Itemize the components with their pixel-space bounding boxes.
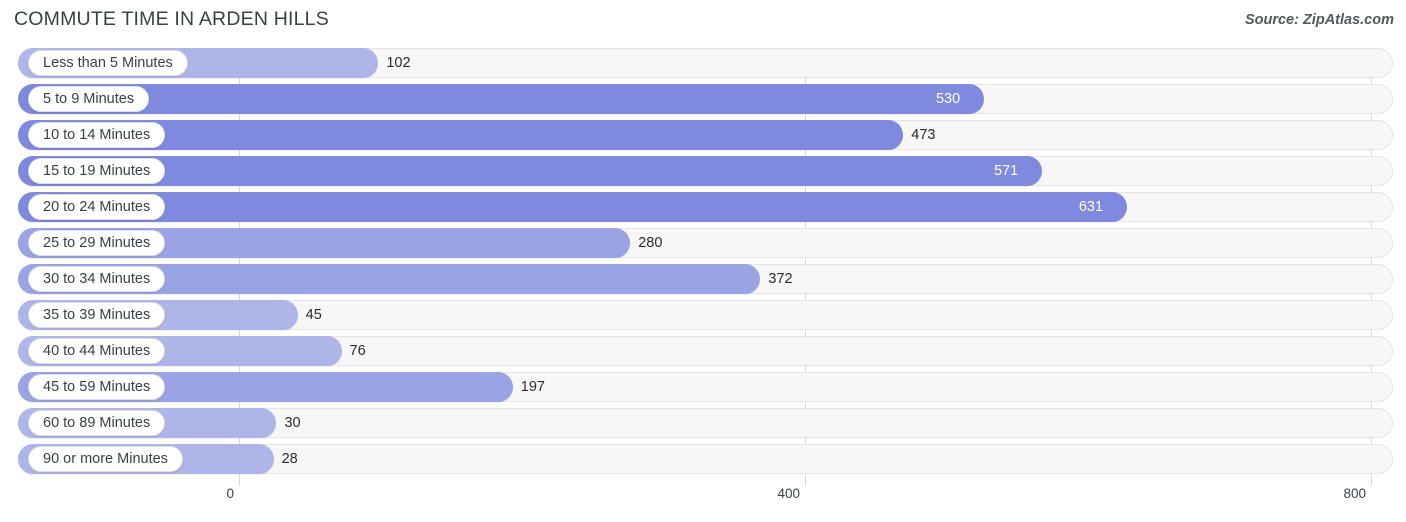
- value-label: 372: [768, 271, 793, 287]
- category-label: 15 to 19 Minutes: [28, 158, 166, 184]
- bar-row[interactable]: 45 to 59 Minutes 197: [0, 372, 1406, 402]
- bar-row[interactable]: 40 to 44 Minutes 76: [0, 336, 1406, 366]
- axis-tick-800: 800: [1343, 486, 1366, 501]
- value-label: 473: [911, 127, 936, 143]
- bar-row[interactable]: 15 to 19 Minutes 571: [0, 156, 1406, 186]
- bar[interactable]: [18, 156, 1042, 186]
- category-label: 45 to 59 Minutes: [28, 374, 166, 400]
- category-label: 30 to 34 Minutes: [28, 266, 166, 292]
- value-label: 76: [349, 343, 366, 359]
- page-title: COMMUTE TIME IN ARDEN HILLS: [14, 8, 329, 30]
- bar[interactable]: [18, 192, 1127, 222]
- category-label: 25 to 29 Minutes: [28, 230, 166, 256]
- value-label: 102: [386, 55, 411, 71]
- value-label: 45: [305, 307, 322, 323]
- category-label: 5 to 9 Minutes: [28, 86, 150, 112]
- bar-row[interactable]: 10 to 14 Minutes 473: [0, 120, 1406, 150]
- axis-tick-0: 0: [226, 486, 234, 501]
- category-label: 40 to 44 Minutes: [28, 338, 166, 364]
- category-label: 10 to 14 Minutes: [28, 122, 166, 148]
- x-axis: 0 400 800: [0, 486, 1406, 516]
- bar[interactable]: [18, 84, 984, 114]
- value-label: 197: [520, 379, 545, 395]
- category-label: 35 to 39 Minutes: [28, 302, 166, 328]
- value-label: 28: [281, 451, 298, 467]
- category-label: 20 to 24 Minutes: [28, 194, 166, 220]
- value-label: 280: [638, 235, 663, 251]
- axis-tick-400: 400: [777, 486, 800, 501]
- bar-row[interactable]: 5 to 9 Minutes 530: [0, 84, 1406, 114]
- bar-row[interactable]: Less than 5 Minutes 102: [0, 48, 1406, 78]
- bar-rows: Less than 5 Minutes 102 5 to 9 Minutes 530 1…: [0, 48, 1406, 480]
- source-attribution: Source: ZipAtlas.com: [1244, 12, 1394, 28]
- category-label: 90 or more Minutes: [28, 446, 183, 472]
- chart-page: COMMUTE TIME IN ARDEN HILLS Source: ZipA…: [0, 0, 1406, 522]
- bar-row[interactable]: 20 to 24 Minutes 631: [0, 192, 1406, 222]
- plot-area: Less than 5 Minutes 102 5 to 9 Minutes 530 1…: [0, 48, 1406, 488]
- value-label: 631: [1078, 199, 1104, 215]
- category-label: Less than 5 Minutes: [28, 50, 188, 76]
- value-label: 571: [993, 163, 1019, 179]
- value-label: 530: [935, 91, 961, 107]
- bar-row[interactable]: 30 to 34 Minutes 372: [0, 264, 1406, 294]
- bar-row[interactable]: 25 to 29 Minutes 280: [0, 228, 1406, 258]
- value-label: 30: [284, 415, 301, 431]
- bar-row[interactable]: 60 to 89 Minutes 30: [0, 408, 1406, 438]
- bar-row[interactable]: 35 to 39 Minutes 45: [0, 300, 1406, 330]
- bar-row[interactable]: 90 or more Minutes 28: [0, 444, 1406, 474]
- category-label: 60 to 89 Minutes: [28, 410, 166, 436]
